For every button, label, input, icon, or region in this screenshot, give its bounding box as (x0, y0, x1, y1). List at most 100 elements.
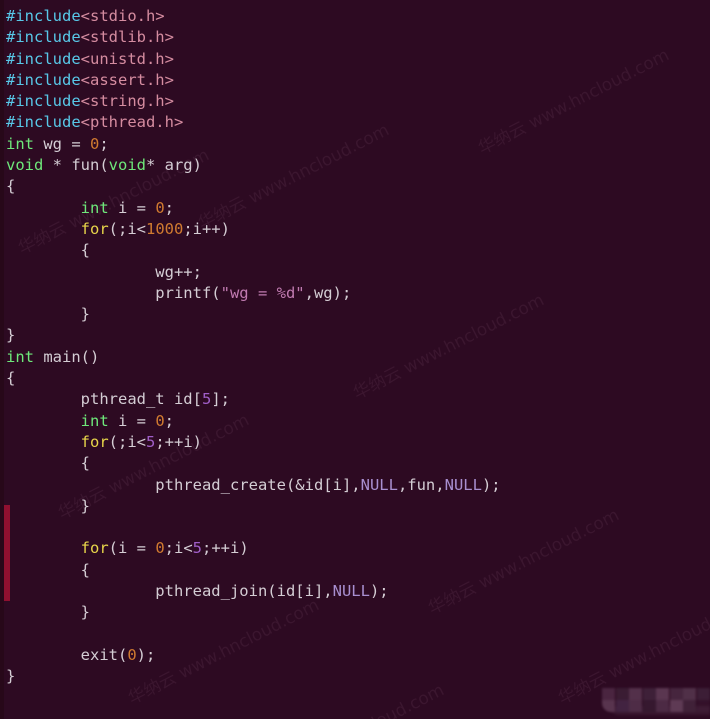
code-token: <pthread.h> (80, 113, 184, 132)
code-token: ;++i) (155, 432, 202, 451)
terminal-left-gutter (0, 0, 4, 719)
code-line: } (6, 325, 501, 346)
code-token: wg = (34, 134, 90, 153)
code-token: ; (99, 134, 109, 153)
censor-tile (696, 688, 710, 700)
code-line: #include<unistd.h> (6, 49, 501, 70)
code-token: 1000 (145, 219, 184, 238)
code-token: * fun( (43, 156, 109, 175)
code-token: #include (6, 7, 81, 25)
code-token: 5 (201, 390, 212, 409)
code-token: #include (6, 113, 81, 132)
code-token: int (6, 134, 34, 153)
code-token: <stdlib.h> (80, 28, 174, 47)
code-token: main() (34, 347, 100, 366)
code-token: exit( (6, 645, 128, 664)
code-token: } (6, 326, 16, 345)
code-token: } (6, 603, 90, 622)
code-line: for(;i<5;++i) (6, 432, 501, 453)
censor-tile (669, 700, 683, 712)
code-token: } (6, 496, 90, 515)
code-line: for(;i<1000;i++) (6, 219, 501, 240)
code-token: int (80, 411, 109, 430)
code-token: #include (6, 70, 81, 89)
censor-tile (683, 700, 696, 712)
code-token: { (6, 177, 16, 196)
code-token: 0 (90, 134, 100, 153)
code-token: 5 (145, 432, 156, 451)
code-token: NULL (444, 475, 482, 494)
code-line: printf("wg = %d",wg); (6, 283, 501, 304)
code-token: ,fun, (397, 475, 445, 494)
code-token: } (6, 305, 90, 324)
code-line: exit(0); (6, 645, 501, 666)
code-token: (;i< (108, 219, 146, 238)
code-line: { (6, 240, 501, 261)
terminal-window: 华纳云 www.hncloud.com 华纳云 www.hncloud.com 华纳… (0, 0, 710, 719)
code-token: ; (164, 411, 175, 430)
code-token: ); (136, 645, 156, 664)
code-token: 0 (127, 645, 137, 664)
code-token: (;i< (108, 432, 146, 451)
code-line: #include<pthread.h> (6, 112, 501, 133)
censor-tile (629, 688, 642, 700)
code-token: { (6, 454, 90, 473)
modified-lines-marker (4, 505, 10, 601)
code-line: } (6, 602, 501, 623)
code-line: #include<assert.h> (6, 70, 501, 91)
censor-tile (642, 700, 656, 712)
code-token: * arg) (145, 156, 202, 175)
code-token: ]; (211, 390, 230, 409)
code-token: } (6, 667, 16, 686)
code-token: for (80, 539, 109, 558)
code-token: (i = (108, 539, 156, 558)
code-token: ;i< (164, 539, 193, 558)
code-token: ; (164, 198, 175, 217)
censor-tile (615, 688, 629, 700)
code-token: ); (369, 582, 389, 601)
code-token: ); (481, 475, 501, 494)
code-line: } (6, 666, 501, 687)
code-line: { (6, 176, 501, 197)
code-token: <assert.h> (80, 70, 174, 89)
code-token: pthread_create(&id[i], (6, 475, 361, 494)
code-editor-content[interactable]: #include<stdio.h> #include<stdlib.h> #incl… (0, 0, 501, 688)
code-token: 0 (155, 411, 165, 430)
code-token: i = (108, 198, 156, 217)
code-token: #include (6, 92, 81, 111)
code-token: <string.h> (80, 92, 174, 111)
code-token: { (6, 560, 90, 579)
code-token: NULL (332, 582, 370, 601)
censor-tile (602, 688, 615, 700)
code-token: 0 (155, 198, 165, 217)
code-token: i = (108, 411, 156, 430)
code-line: void * fun(void* arg) (6, 155, 501, 176)
censored-region (602, 688, 710, 712)
censor-tile (683, 688, 696, 700)
code-token: <unistd.h> (80, 49, 174, 68)
code-line: for(i = 0;i<5;++i) (6, 538, 501, 559)
code-line: pthread_create(&id[i],NULL,fun,NULL); (6, 475, 501, 496)
code-line: } (6, 304, 501, 325)
code-token: wg++; (6, 262, 202, 281)
code-token: pthread_join(id[i], (6, 582, 333, 601)
code-token: int (80, 198, 109, 217)
code-line: { (6, 368, 501, 389)
censor-tile (669, 688, 683, 700)
code-line: #include<stdlib.h> (6, 27, 501, 48)
code-token: ;++i) (202, 539, 249, 558)
code-token: ;i++) (183, 219, 230, 238)
code-line: { (6, 560, 501, 581)
code-token: printf( (6, 283, 221, 302)
code-line: { (6, 453, 501, 474)
code-token: { (6, 241, 90, 260)
code-token: 0 (155, 539, 165, 558)
censor-tile (696, 700, 710, 712)
code-line: int i = 0; (6, 198, 501, 219)
